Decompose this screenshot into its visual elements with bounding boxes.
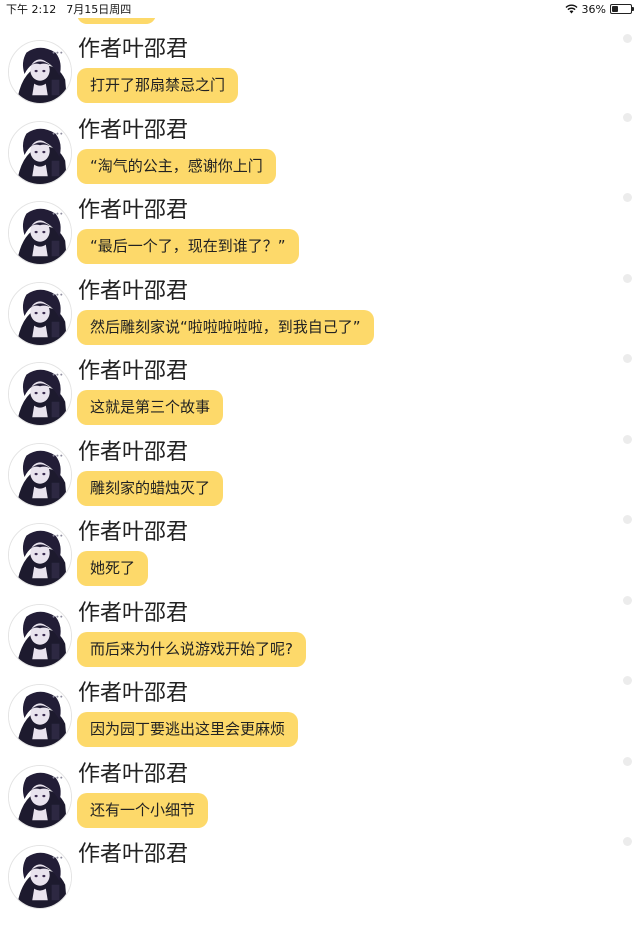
avatar[interactable]: [8, 764, 72, 829]
scroll-indicator-dot: [623, 434, 632, 444]
message-bubble[interactable]: 打开了那扇禁忌之门: [77, 68, 239, 103]
scroll-indicator-dot: [623, 193, 632, 202]
scroll-indicator-dot: [623, 837, 632, 846]
chat-message: 作者叶邵君 “淘气的公主，感谢你上门: [0, 112, 640, 202]
scroll-indicator-dot: [623, 112, 632, 122]
avatar-image: [9, 685, 71, 747]
chat-message: 作者叶邵君 而后来为什么说游戏开始了呢?: [0, 595, 640, 685]
avatar-image: [9, 202, 71, 264]
chat-message: 作者叶邵君 “最后一个了，现在到谁了？”: [0, 193, 640, 282]
avatar[interactable]: [8, 603, 72, 668]
avatar-image: [9, 604, 71, 667]
message-bubble[interactable]: “淘气的公主，感谢你上门: [77, 148, 276, 184]
avatar[interactable]: [8, 362, 72, 426]
sender-name: 作者叶邵君: [78, 198, 189, 223]
message-bubble[interactable]: “最后一个了，现在到谁了？”: [77, 229, 299, 264]
avatar-image: [9, 443, 71, 506]
scroll-indicator-dot: [623, 756, 632, 766]
sender-name: 作者叶邵君: [78, 117, 189, 143]
scroll-indicator-dot: [623, 354, 632, 363]
avatar[interactable]: [8, 281, 72, 346]
avatar-image: [9, 524, 71, 586]
status-bar: 下午 2:12 7月15日周四 36%: [0, 0, 640, 18]
chat-view[interactable]: 作者叶邵君 打开了那扇禁忌之门 作者叶邵君 “淘气的公主，感谢你上门 作者叶邵君…: [0, 0, 640, 909]
chat-message: 作者叶邵君 然后雕刻家说“啦啦啦啦啦，到我自己了”: [0, 273, 640, 363]
message-bubble[interactable]: 然后雕刻家说“啦啦啦啦啦，到我自己了”: [77, 309, 374, 345]
status-left: 下午 2:12 7月15日周四: [6, 1, 131, 17]
avatar-image: [9, 41, 71, 103]
avatar-image: [9, 765, 71, 828]
chat-message: 作者叶邵君 打开了那扇禁忌之门: [0, 37, 640, 121]
avatar[interactable]: [8, 442, 72, 507]
battery-percent: 36%: [581, 2, 606, 16]
chat-message: 作者叶邵君 还有一个小细节: [0, 756, 640, 846]
wifi-icon: [565, 4, 578, 14]
scroll-indicator-dot: [623, 273, 632, 283]
status-time: 下午 2:12: [6, 3, 57, 16]
sender-name: 作者叶邵君: [78, 439, 189, 465]
status-right: 36%: [565, 2, 634, 16]
message-bubble[interactable]: 还有一个小细节: [77, 792, 209, 828]
chat-message: 作者叶邵君: [0, 837, 640, 926]
avatar-image: [9, 363, 71, 425]
chat-message: 作者叶邵君 她死了: [0, 515, 640, 604]
message-bubble[interactable]: 她死了: [77, 551, 149, 586]
sender-name: 作者叶邵君: [78, 37, 189, 62]
message-bubble[interactable]: 因为园丁要逃出这里会更麻烦: [77, 712, 299, 747]
avatar-image: [9, 121, 71, 184]
avatar-image: [9, 282, 71, 345]
avatar-image: [9, 846, 71, 908]
sender-name: 作者叶邵君: [78, 520, 189, 545]
avatar[interactable]: [8, 845, 72, 909]
scroll-indicator-dot: [623, 515, 632, 524]
sender-name: 作者叶邵君: [78, 359, 189, 384]
sender-name: 作者叶邵君: [78, 842, 189, 867]
avatar[interactable]: [8, 120, 72, 185]
sender-name: 作者叶邵君: [78, 681, 189, 706]
chat-message: 作者叶邵君 这就是第三个故事: [0, 354, 640, 443]
battery-icon: [610, 4, 634, 14]
battery-level: [612, 6, 619, 12]
chat-message: 作者叶邵君 雕刻家的蜡烛灭了: [0, 434, 640, 524]
message-bubble[interactable]: 而后来为什么说游戏开始了呢?: [77, 631, 306, 667]
sender-name: 作者叶邵君: [78, 278, 189, 304]
message-bubble[interactable]: 这就是第三个故事: [77, 390, 224, 425]
status-date: 7月15日周四: [66, 3, 132, 16]
sender-name: 作者叶邵君: [78, 761, 189, 787]
message-bubble[interactable]: 雕刻家的蜡烛灭了: [77, 470, 224, 506]
avatar[interactable]: [8, 684, 72, 748]
scroll-indicator-dot: [623, 676, 632, 685]
avatar[interactable]: [8, 201, 72, 265]
chat-message: 作者叶邵君 因为园丁要逃出这里会更麻烦: [0, 676, 640, 765]
sender-name: 作者叶邵君: [78, 600, 189, 626]
avatar[interactable]: [8, 40, 72, 104]
avatar[interactable]: [8, 523, 72, 587]
scroll-indicator-dot: [623, 595, 632, 605]
